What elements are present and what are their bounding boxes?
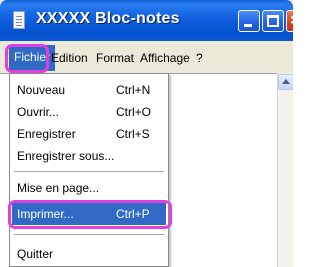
menu-item-enregistrer[interactable]: Enregistrer Ctrl+S	[10, 124, 168, 144]
menu-separator	[14, 171, 164, 172]
notepad-icon[interactable]	[13, 11, 25, 29]
menu-fichier[interactable]: Fichier	[9, 45, 56, 71]
menu-item-label: Ouvrir...	[17, 105, 60, 119]
menu-separator	[14, 234, 164, 235]
menu-format[interactable]: Format	[96, 51, 134, 65]
menu-item-nouveau[interactable]: Nouveau Ctrl+N	[10, 80, 168, 100]
vertical-scrollbar[interactable]	[277, 73, 293, 267]
fichier-dropdown-menu: Nouveau Ctrl+N Ouvrir... Ctrl+O Enregist…	[9, 73, 169, 267]
menu-item-quitter[interactable]: Quitter	[10, 244, 168, 264]
menu-item-shortcut: Ctrl+O	[116, 105, 152, 119]
menu-item-label: Quitter	[17, 247, 54, 261]
menu-bar: Fichier Edition Format Affichage ?	[0, 41, 293, 73]
notepad-window: XXXXX Bloc-notes × Fichier Edition Forma…	[0, 0, 293, 267]
menu-item-shortcut: Ctrl+N	[116, 83, 151, 97]
close-icon: ×	[290, 11, 293, 31]
menu-item-enregistrer-sous[interactable]: Enregistrer sous...	[10, 146, 168, 166]
menu-item-imprimer[interactable]: Imprimer... Ctrl+P	[10, 204, 168, 224]
menu-item-shortcut: Ctrl+P	[116, 207, 150, 221]
minimize-button[interactable]	[238, 10, 260, 32]
menu-affichage[interactable]: Affichage	[140, 51, 190, 65]
menu-item-shortcut: Ctrl+S	[116, 127, 150, 141]
menu-item-label: Imprimer...	[17, 207, 74, 221]
menu-item-label: Mise en page...	[17, 181, 100, 195]
menu-item-ouvrir[interactable]: Ouvrir... Ctrl+O	[10, 102, 168, 122]
scroll-up-button[interactable]	[278, 74, 293, 90]
menu-help[interactable]: ?	[196, 51, 203, 65]
maximize-icon	[267, 15, 279, 27]
title-bar[interactable]: XXXXX Bloc-notes ×	[0, 0, 293, 41]
menu-item-label: Enregistrer sous...	[17, 149, 115, 163]
chevron-up-icon	[282, 79, 290, 84]
minimize-icon	[244, 24, 252, 27]
close-button[interactable]: ×	[286, 10, 293, 32]
menu-item-label: Enregistrer	[17, 127, 76, 141]
menu-item-label: Nouveau	[17, 83, 66, 97]
menu-edition[interactable]: Edition	[51, 51, 88, 65]
menu-item-mise-en-page[interactable]: Mise en page...	[10, 178, 168, 198]
window-title: XXXXX Bloc-notes	[36, 10, 180, 27]
maximize-button[interactable]	[262, 10, 284, 32]
